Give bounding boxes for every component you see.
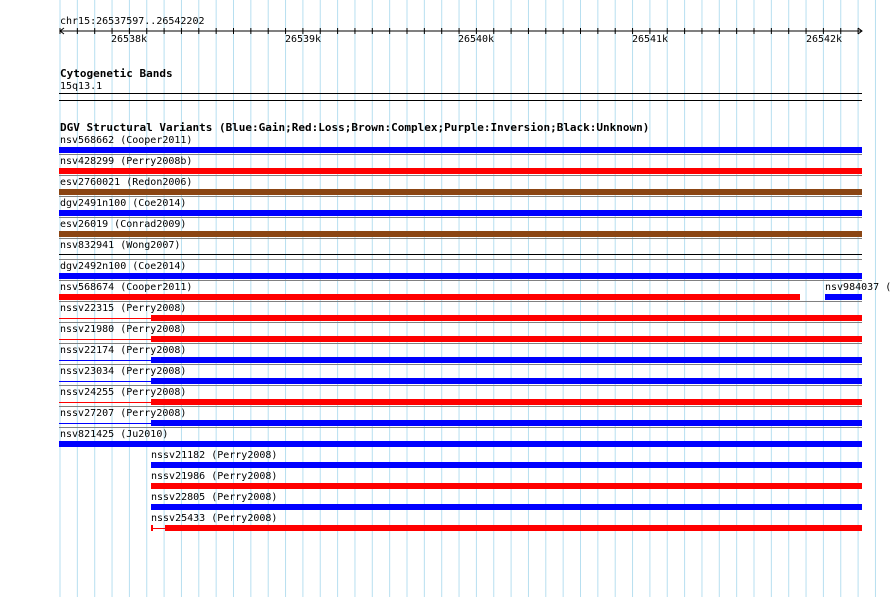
- variant-bar[interactable]: [59, 147, 862, 153]
- row-separator: [59, 301, 862, 302]
- variant-bar[interactable]: [825, 294, 862, 300]
- row-separator: [59, 280, 862, 281]
- tick-label: 26538k: [110, 34, 148, 45]
- variant-label[interactable]: nsv428299 (Perry2008b): [60, 156, 192, 167]
- variant-label[interactable]: nssv21986 (Perry2008): [151, 471, 277, 482]
- variant-gap-line: [59, 381, 151, 382]
- dgv-track-title: DGV Structural Variants (Blue:Gain;Red:L…: [60, 121, 650, 134]
- variant-bar[interactable]: [151, 378, 862, 384]
- variant-bar[interactable]: [59, 441, 862, 447]
- row-separator: [59, 322, 862, 323]
- variant-label[interactable]: dgv2492n100 (Coe2014): [60, 261, 186, 272]
- variant-bar[interactable]: [151, 357, 862, 363]
- row-separator: [59, 196, 862, 197]
- variant-bar[interactable]: [59, 189, 862, 195]
- cytoband-bar-top: [59, 93, 862, 94]
- row-separator: [59, 238, 862, 239]
- variant-bar[interactable]: [151, 399, 862, 405]
- tick-label: 26540k: [457, 34, 495, 45]
- variant-bar[interactable]: [151, 483, 862, 489]
- variant-row[interactable]: nsv568662 (Cooper2011): [0, 133, 890, 154]
- variant-bar[interactable]: [59, 231, 862, 237]
- variant-bar[interactable]: [151, 504, 862, 510]
- row-separator: [59, 427, 862, 428]
- variant-row[interactable]: nssv25433 (Perry2008): [0, 511, 890, 532]
- variant-row[interactable]: nssv21980 (Perry2008): [0, 322, 890, 343]
- variant-row[interactable]: nssv27207 (Perry2008): [0, 406, 890, 427]
- variant-label[interactable]: nssv22805 (Perry2008): [151, 492, 277, 503]
- variant-bar[interactable]: [151, 315, 862, 321]
- variant-label[interactable]: nssv25433 (Perry2008): [151, 513, 277, 524]
- row-separator: [59, 259, 862, 260]
- variant-bar[interactable]: [151, 462, 862, 468]
- variant-gap-line: [59, 423, 151, 424]
- variant-label[interactable]: nssv23034 (Perry2008): [60, 366, 186, 377]
- variant-label[interactable]: nssv21980 (Perry2008): [60, 324, 186, 335]
- variant-label[interactable]: nssv22315 (Perry2008): [60, 303, 186, 314]
- variant-label[interactable]: nsv568674 (Cooper2011): [60, 282, 192, 293]
- variant-row[interactable]: nssv22805 (Perry2008): [0, 490, 890, 511]
- variant-row[interactable]: nssv22315 (Perry2008): [0, 301, 890, 322]
- variant-label[interactable]: nssv27207 (Perry2008): [60, 408, 186, 419]
- row-separator: [59, 343, 862, 344]
- variant-label[interactable]: nsv821425 (Ju2010): [60, 429, 168, 440]
- variant-bar[interactable]: [59, 273, 862, 279]
- variant-row[interactable]: dgv2492n100 (Coe2014): [0, 259, 890, 280]
- variant-label[interactable]: nsv568662 (Cooper2011): [60, 135, 192, 146]
- variant-bar[interactable]: [59, 210, 862, 216]
- row-separator: [59, 385, 862, 386]
- variant-bar[interactable]: [59, 168, 862, 174]
- variant-gap-line: [59, 402, 151, 403]
- variant-gap-line: [59, 360, 151, 361]
- variant-label[interactable]: esv2760021 (Redon2006): [60, 177, 192, 188]
- variant-row[interactable]: nssv21986 (Perry2008): [0, 469, 890, 490]
- cytoband-bar-bottom: [59, 100, 862, 101]
- variant-gap-line: [151, 528, 165, 529]
- row-separator: [59, 154, 862, 155]
- variant-bar[interactable]: [165, 525, 862, 531]
- variant-row[interactable]: nssv23034 (Perry2008): [0, 364, 890, 385]
- variant-label[interactable]: nsv984037 (: [825, 282, 890, 293]
- row-separator: [59, 175, 862, 176]
- variant-row[interactable]: nssv21182 (Perry2008): [0, 448, 890, 469]
- variant-bar[interactable]: [151, 336, 862, 342]
- variant-label[interactable]: dgv2491n100 (Coe2014): [60, 198, 186, 209]
- variant-row[interactable]: dgv2491n100 (Coe2014): [0, 196, 890, 217]
- variant-row[interactable]: nsv832941 (Wong2007): [0, 238, 890, 259]
- variant-row[interactable]: nsv428299 (Perry2008b): [0, 154, 890, 175]
- variant-bar[interactable]: [59, 294, 800, 300]
- row-separator: [59, 406, 862, 407]
- tick-label: 26542k: [805, 34, 843, 45]
- variant-bar[interactable]: [151, 420, 862, 426]
- variant-label[interactable]: nsv832941 (Wong2007): [60, 240, 180, 251]
- cytoband-label: 15q13.1: [60, 81, 103, 92]
- variant-row[interactable]: nssv24255 (Perry2008): [0, 385, 890, 406]
- variant-label[interactable]: esv26019 (Conrad2009): [60, 219, 186, 230]
- tick-label: 26541k: [631, 34, 669, 45]
- variant-row[interactable]: nsv568674 (Cooper2011) nsv984037 (: [0, 280, 890, 301]
- row-separator: [59, 217, 862, 218]
- variant-gap-line: [59, 318, 151, 319]
- variant-row[interactable]: nsv821425 (Ju2010): [0, 427, 890, 448]
- row-separator: [59, 364, 862, 365]
- variant-gap-line: [59, 339, 151, 340]
- variant-bar[interactable]: [59, 254, 862, 255]
- variant-row[interactable]: nssv22174 (Perry2008): [0, 343, 890, 364]
- variant-row[interactable]: esv2760021 (Redon2006): [0, 175, 890, 196]
- variant-label[interactable]: nssv24255 (Perry2008): [60, 387, 186, 398]
- variant-label[interactable]: nssv22174 (Perry2008): [60, 345, 186, 356]
- variant-label[interactable]: nssv21182 (Perry2008): [151, 450, 277, 461]
- cytoband-track-title: Cytogenetic Bands: [60, 67, 173, 80]
- variant-row[interactable]: esv26019 (Conrad2009): [0, 217, 890, 238]
- tick-label: 26539k: [284, 34, 322, 45]
